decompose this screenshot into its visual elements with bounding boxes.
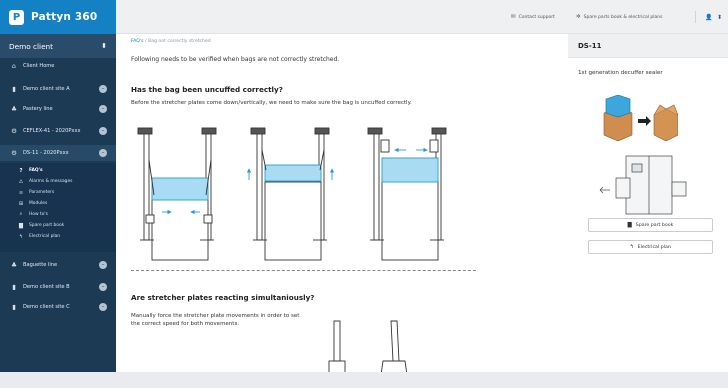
section-text-stretcher-plates: Manually force the stretcher plate movem… [131, 313, 300, 328]
sidebar-subitem-label: How to's [29, 212, 48, 218]
shapes-icon: ♣ [11, 105, 17, 113]
machine-title: DS-11 [568, 34, 728, 58]
sidebar-item-label: CEFLEX-41 - 2020Pxxx [23, 128, 81, 134]
sidebar-item-baguette-line[interactable]: ♣ Baguette line – [0, 257, 116, 273]
sidebar-item-ds11[interactable]: ⚙ DS-11 - 2020Pxxx – [0, 145, 116, 161]
help-icon: ? [19, 167, 23, 174]
book-icon: ▇ [627, 222, 632, 228]
contact-support-link[interactable]: ✉ Contact support [511, 14, 555, 20]
breadcrumb: FAQ's / Bag not correctly stretched [131, 39, 211, 44]
sidebar-item-label: Demo client site C [23, 304, 70, 310]
bolt-icon: ϟ [630, 244, 634, 250]
sidebar-subitem-alarms[interactable]: ⚠ Alarms & messages [0, 177, 116, 187]
sidebar-item-label: Pastery line [23, 106, 53, 112]
topbar-divider [695, 11, 696, 23]
sidebar-item-label: DS-11 - 2020Pxxx [23, 150, 69, 156]
machine-subtitle: 1st generation decuffer sealer [578, 70, 663, 76]
gear-icon: ⚙ [11, 127, 17, 135]
sidebar-item-site-a[interactable]: ▮ Demo client site A – [0, 81, 116, 97]
stretcher-step-1-figure [137, 127, 217, 261]
shapes-icon: ♣ [11, 261, 17, 269]
pattyn-logo-icon: P [9, 9, 24, 25]
section-title-uncuffed: Has the bag been uncuffed correctly? [131, 85, 283, 94]
intro-text: Following needs to be verified when bags… [131, 56, 340, 63]
warning-icon: ⚠ [18, 178, 24, 185]
expand-toggle-icon[interactable]: – [99, 283, 107, 291]
sidebar-subitem-label: FAQ's [29, 168, 43, 174]
sidebar-item-site-c[interactable]: ▮ Demo client site C – [0, 299, 116, 315]
client-selector[interactable]: Demo client ⬍ [0, 34, 116, 58]
user-icon[interactable]: 👤 [705, 14, 712, 21]
sidebar-item-pastery-line[interactable]: ♣ Pastery line – [0, 101, 116, 117]
sidebar-subitem-label: Electrical plan [29, 234, 61, 240]
machine-panel: DS-11 1st generation decuffer sealer ▇ S… [568, 34, 728, 372]
sidebar-subitem-spare-part-book[interactable]: ▇ Spare part book [0, 221, 116, 231]
breadcrumb-current: / Bag not correctly stretched [143, 39, 211, 44]
sidebar-subitem-label: Parameters [29, 190, 55, 196]
sidebar-item-site-b[interactable]: ▮ Demo client site B – [0, 279, 116, 295]
book-icon: ▇ [19, 222, 23, 229]
bolt-icon: ϟ [19, 233, 23, 240]
main-content: FAQ's / Bag not correctly stretched Foll… [116, 34, 568, 372]
top-bar: ✉ Contact support ✲ Spare parts book & e… [116, 0, 728, 34]
sidebar-subitem-faqs[interactable]: ? FAQ's [0, 166, 116, 176]
section-title-stretcher-plates: Are stretcher plates reacting simultanio… [131, 293, 315, 302]
sidebar-item-label: Client Home [23, 63, 55, 69]
sidebar: P Pattyn 360 Demo client ⬍ ⌂ Client Home… [0, 0, 116, 372]
section-text-uncuffed: Before the stretcher plates come down/ve… [131, 100, 412, 106]
spare-part-book-label: Spare part book [635, 222, 674, 228]
bar-chart-icon: ▮ [12, 303, 16, 311]
sidebar-subitem-modules[interactable]: ⊞ Modules [0, 199, 116, 209]
spare-parts-link[interactable]: ✲ Spare parts book & electrical plans [576, 14, 662, 20]
expand-toggle-icon[interactable]: – [99, 261, 107, 269]
home-icon: ⌂ [11, 62, 17, 70]
breadcrumb-link-faqs[interactable]: FAQ's [131, 39, 144, 44]
sidebar-subitem-label: Modules [29, 201, 48, 207]
sidebar-subitem-parameters[interactable]: ≡ Parameters [0, 188, 116, 198]
electrical-plan-button[interactable]: ϟ Electrical plan [588, 240, 713, 254]
sidebar-item-label: Baguette line [23, 262, 58, 268]
gear-icon: ⚙ [11, 149, 17, 157]
sidebar-subitem-label: Spare part book [29, 223, 65, 229]
expand-toggle-icon[interactable]: – [99, 127, 107, 135]
client-selector-label: Demo client [9, 41, 54, 51]
machine-illustration [599, 155, 687, 215]
sliders-icon: ≡ [18, 189, 24, 196]
bar-chart-icon: ▮ [12, 85, 16, 93]
expand-toggle-icon[interactable]: – [99, 149, 107, 157]
electrical-plan-label: Electrical plan [637, 244, 671, 250]
chevron-updown-icon[interactable]: ⬍ [717, 14, 722, 21]
spare-part-book-button[interactable]: ▇ Spare part book [588, 218, 713, 232]
sidebar-subitem-label: Alarms & messages [29, 179, 73, 185]
expand-toggle-icon[interactable]: – [99, 105, 107, 113]
stretcher-plates-illustration [328, 320, 408, 372]
machine-panel-body: 1st generation decuffer sealer ▇ Spare p… [568, 58, 728, 372]
window-bottom-edge [0, 372, 728, 388]
box-decuff-illustration [603, 95, 678, 141]
brand-header[interactable]: P Pattyn 360 [0, 0, 116, 34]
section-divider [131, 270, 476, 271]
stretcher-step-3-figure [367, 127, 447, 261]
stretcher-illustration [137, 127, 447, 261]
expand-toggle-icon[interactable]: – [99, 303, 107, 311]
sidebar-subitem-electrical-plan[interactable]: ϟ Electrical plan [0, 232, 116, 242]
sidebar-item-label: Demo client site B [23, 284, 70, 290]
sidebar-item-label: Demo client site A [23, 86, 70, 92]
app-window: P Pattyn 360 Demo client ⬍ ⌂ Client Home… [0, 0, 728, 372]
sidebar-item-ceflex[interactable]: ⚙ CEFLEX-41 - 2020Pxxx – [0, 123, 116, 139]
bar-chart-icon: ▮ [12, 283, 16, 291]
chat-icon: ✉ [511, 14, 516, 20]
search-icon: ⌕ [19, 211, 23, 218]
chevron-updown-icon: ⬍ [101, 42, 107, 50]
spare-parts-label: Spare parts book & electrical plans [583, 14, 663, 20]
stretcher-step-2-figure [246, 127, 335, 261]
sidebar-subitem-howtos[interactable]: ⌕ How to's [0, 210, 116, 220]
brand-name: Pattyn 360 [31, 11, 98, 23]
contact-support-label: Contact support [518, 14, 555, 20]
tools-icon: ✲ [576, 14, 581, 20]
expand-toggle-icon[interactable]: – [99, 85, 107, 93]
sidebar-item-client-home[interactable]: ⌂ Client Home [0, 58, 116, 74]
modules-icon: ⊞ [18, 200, 24, 207]
